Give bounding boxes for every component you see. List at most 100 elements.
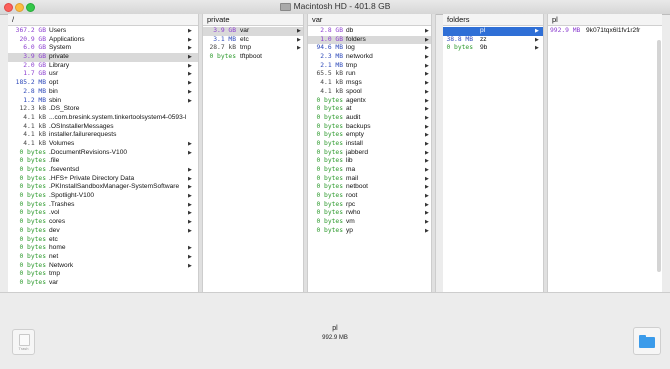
item-name: rpc (346, 200, 356, 208)
item-size: 4.1 kB (320, 87, 343, 95)
list-item[interactable]: 2.8 MB bin ▶ (8, 88, 201, 97)
list-item[interactable]: 1.7 GB usr ▶ (8, 70, 201, 79)
list-item[interactable]: 6.0 GB System ▶ (8, 44, 201, 53)
list-item[interactable]: 4.1 kB msgs ▶ (308, 79, 433, 88)
list-item[interactable]: 3.9 GB var ▶ (203, 27, 305, 36)
list-item[interactable]: 4.1 kB ...com.bresink.system.tinkertoolsy… (8, 114, 201, 123)
column-private[interactable]: private 3.9 GB var ▶ 3.1 MB etc ▶ 28.7 kB tmp ▶ 0… (203, 14, 305, 292)
disclosure-arrow-icon: ▶ (188, 167, 192, 173)
list-item[interactable]: 0 bytes agentx ▶ (308, 97, 433, 106)
item-name: backups (346, 122, 371, 130)
item-name: mail (346, 174, 359, 182)
list-item[interactable]: 4.1 kB spool ▶ (308, 88, 433, 97)
item-size: 3.9 GB (23, 53, 46, 61)
list-item[interactable]: 0 bytes home ▶ (8, 244, 201, 253)
item-size: 0 bytes (19, 218, 46, 226)
item-name: pl (480, 27, 486, 34)
list-item[interactable]: 94.6 MB log ▶ (308, 44, 433, 53)
list-item[interactable]: 2.3 MB networkd ▶ (308, 53, 433, 62)
item-name: etc (49, 235, 58, 243)
item-name: root (346, 192, 358, 200)
column-root[interactable]: / 367.2 GB Users ▶ 20.9 GB Applications ▶ 6.0 … (8, 14, 201, 292)
disclosure-arrow-icon: ▶ (188, 184, 192, 191)
list-item[interactable]: 20.9 GB Applications ▶ (8, 36, 201, 45)
list-item[interactable]: 0 bytes jabberd ▶ (308, 149, 433, 158)
list-item[interactable]: 0 bytes .DocumentRevisions-V100 ▶ (8, 149, 201, 158)
item-size: 0 bytes (19, 183, 46, 191)
list-item[interactable]: 2.8 GB db ▶ (308, 27, 433, 36)
list-item[interactable]: 0 bytes etc (8, 236, 201, 245)
column-header: pl (548, 14, 662, 26)
scrollbar[interactable] (657, 40, 661, 272)
item-name: cores (49, 218, 66, 226)
list-item[interactable]: 4.1 kB installer.failurerequests (8, 131, 201, 140)
disclosure-arrow-icon: ▶ (425, 88, 429, 95)
list-item[interactable]: 0 bytes .Spotlight-V100 ▶ (8, 192, 201, 201)
list-item[interactable]: 0 bytes audit ▶ (308, 114, 433, 123)
title-bar: Macintosh HD - 401.8 GB (0, 0, 670, 15)
disclosure-arrow-icon: ▶ (188, 175, 192, 182)
list-item[interactable]: 0 bytes dev ▶ (8, 227, 201, 236)
window-title: Macintosh HD - 401.8 GB (0, 1, 670, 11)
list-item[interactable]: 992.9 MB 9k071tqx6l1fv1r2fr (548, 27, 662, 36)
list-item[interactable]: 185.2 MB opt ▶ (8, 79, 201, 88)
list-item[interactable]: 3.1 MB etc ▶ (203, 36, 305, 45)
list-item[interactable]: 0 bytes ma ▶ (308, 166, 433, 175)
list-item[interactable]: 367.2 GB Users ▶ (8, 27, 201, 36)
list-item[interactable]: 0 bytes .PKInstallSandboxManager-SystemSo… (8, 183, 201, 192)
list-item[interactable]: 28.7 kB tmp ▶ (203, 44, 305, 53)
list-item[interactable]: 0 bytes .vol ▶ (8, 209, 201, 218)
disclosure-arrow-icon: ▶ (188, 97, 192, 104)
list-item[interactable]: 1.0 GB folders ▶ (308, 35, 433, 45)
list-item[interactable]: 4.1 kB .OSInstallerMessages (8, 123, 201, 132)
item-size: 1.0 GB (320, 35, 343, 43)
list-item[interactable]: 0 bytes .file (8, 157, 201, 166)
item-name: System (49, 44, 71, 52)
list-item[interactable]: 65.5 kB run ▶ (308, 70, 433, 79)
list-item[interactable]: 0 bytes vm ▶ (308, 218, 433, 227)
column-pl[interactable]: pl 992.9 MB 9k071tqx6l1fv1r2fr (548, 14, 662, 292)
list-item[interactable]: 0 bytes backups ▶ (308, 123, 433, 132)
list-item[interactable]: 0 bytes Network ▶ (8, 262, 201, 271)
list-item[interactable]: pl ▶ (443, 27, 544, 36)
column-folders[interactable]: folders pl ▶ 38.8 MB zz ▶ 0 bytes 9b ▶ (443, 14, 544, 292)
trash-button[interactable]: Trash (12, 329, 35, 355)
list-item[interactable]: 2.0 GB Library ▶ (8, 62, 201, 71)
list-item[interactable]: 0 bytes net ▶ (8, 253, 201, 262)
list-item[interactable]: 0 bytes lib ▶ (308, 157, 433, 166)
list-item[interactable]: 0 bytes at ▶ (308, 105, 433, 114)
list-item[interactable]: 0 bytes install ▶ (308, 140, 433, 149)
list-item[interactable]: 0 bytes empty ▶ (308, 131, 433, 140)
list-item[interactable]: 0 bytes yp ▶ (308, 227, 433, 236)
list-item[interactable]: 0 bytes rpc ▶ (308, 201, 433, 210)
item-name: Network (49, 261, 74, 269)
disclosure-arrow-icon: ▶ (425, 219, 429, 226)
column-var[interactable]: var 2.8 GB db ▶ 1.0 GB folders ▶ 94.6 MB log ▶ 2.… (308, 14, 433, 292)
item-name: net (49, 252, 59, 260)
disclosure-arrow-icon: ▶ (425, 45, 429, 52)
item-name: 9k071tqx6l1fv1r2fr (586, 27, 641, 34)
list-item[interactable]: 4.1 kB Volumes ▶ (8, 140, 201, 149)
list-item[interactable]: 0 bytes var (8, 279, 201, 288)
list-item[interactable]: 0 bytes .HFS+ Private Directory Data ▶ (8, 175, 201, 184)
list-item[interactable]: 0 bytes mail ▶ (308, 175, 433, 184)
list-item[interactable]: 0 bytes .Trashes ▶ (8, 201, 201, 210)
list-item[interactable]: 0 bytes .fseventsd ▶ (8, 166, 201, 175)
list-item[interactable]: 12.3 kB .DS_Store (8, 105, 201, 114)
list-item[interactable]: 2.1 MB tmp ▶ (308, 62, 433, 71)
list-item[interactable]: 0 bytes rwho ▶ (308, 209, 433, 218)
list-item[interactable]: 0 bytes root ▶ (308, 192, 433, 201)
reveal-in-finder-button[interactable] (633, 327, 661, 355)
list-item[interactable]: 3.9 GB private ▶ (8, 53, 201, 62)
item-size: 0 bytes (19, 166, 46, 173)
list-item[interactable]: 38.8 MB zz ▶ (443, 36, 544, 45)
list-item[interactable]: 0 bytes tftpboot (203, 53, 305, 62)
list-item[interactable]: 1.2 MB sbin ▶ (8, 97, 201, 106)
list-item[interactable]: 0 bytes netboot ▶ (308, 183, 433, 192)
list-item[interactable]: 0 bytes cores ▶ (8, 218, 201, 227)
disclosure-arrow-icon: ▶ (535, 28, 539, 34)
column-divider[interactable] (431, 14, 436, 292)
list-item[interactable]: 0 bytes 9b ▶ (443, 44, 544, 53)
selected-item-size: 992.9 MB (322, 335, 348, 341)
list-item[interactable]: 0 bytes tmp (8, 270, 201, 279)
